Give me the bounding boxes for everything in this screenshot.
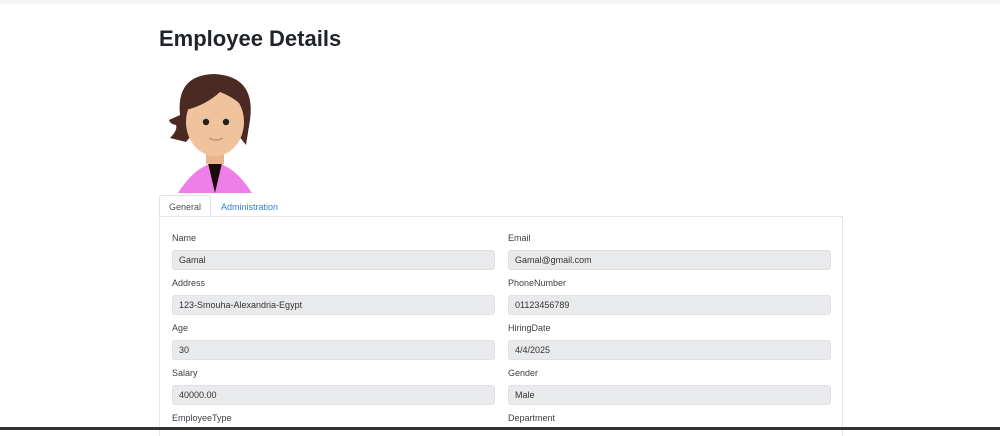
- email-field: Email Gamal@gmail.com: [508, 233, 831, 270]
- address-input[interactable]: 123-Smouha-Alexandria-Egypt: [172, 295, 495, 315]
- age-input[interactable]: 30: [172, 340, 495, 360]
- gender-input[interactable]: Male: [508, 385, 831, 405]
- hiring-date-label: HiringDate: [508, 323, 551, 333]
- employee-type-label: EmployeeType: [172, 413, 232, 423]
- phone-input[interactable]: 01123456789: [508, 295, 831, 315]
- age-label: Age: [172, 323, 189, 333]
- gender-field: Gender Male: [508, 368, 831, 405]
- name-label: Name: [172, 233, 197, 243]
- age-field: Age 30: [172, 323, 495, 360]
- employee-type-field: EmployeeType: [172, 413, 495, 423]
- department-label: Department: [508, 413, 556, 423]
- department-field: Department: [508, 413, 831, 423]
- name-input[interactable]: Gamal: [172, 250, 495, 270]
- top-bar: [0, 0, 1000, 4]
- email-label: Email: [508, 233, 531, 243]
- email-input[interactable]: Gamal@gmail.com: [508, 250, 831, 270]
- hiring-date-input[interactable]: 4/4/2025: [508, 340, 831, 360]
- hiring-date-field: HiringDate 4/4/2025: [508, 323, 831, 360]
- phone-field: PhoneNumber 01123456789: [508, 278, 831, 315]
- address-label: Address: [172, 278, 206, 288]
- tab-general[interactable]: General: [159, 195, 212, 217]
- tab-administration[interactable]: Administration: [211, 195, 288, 217]
- name-field: Name Gamal: [172, 233, 495, 270]
- gender-label: Gender: [508, 368, 539, 378]
- tab-bar: General Administration: [159, 195, 288, 217]
- salary-input[interactable]: 40000.00: [172, 385, 495, 405]
- phone-label: PhoneNumber: [508, 278, 567, 288]
- salary-label: Salary: [172, 368, 198, 378]
- address-field: Address 123-Smouha-Alexandria-Egypt: [172, 278, 495, 315]
- salary-field: Salary 40000.00: [172, 368, 495, 405]
- page-title: Employee Details: [159, 26, 342, 51]
- employee-avatar-image: [169, 74, 252, 193]
- general-panel: Name Gamal Email Gamal@gmail.com Address 12…: [159, 216, 843, 436]
